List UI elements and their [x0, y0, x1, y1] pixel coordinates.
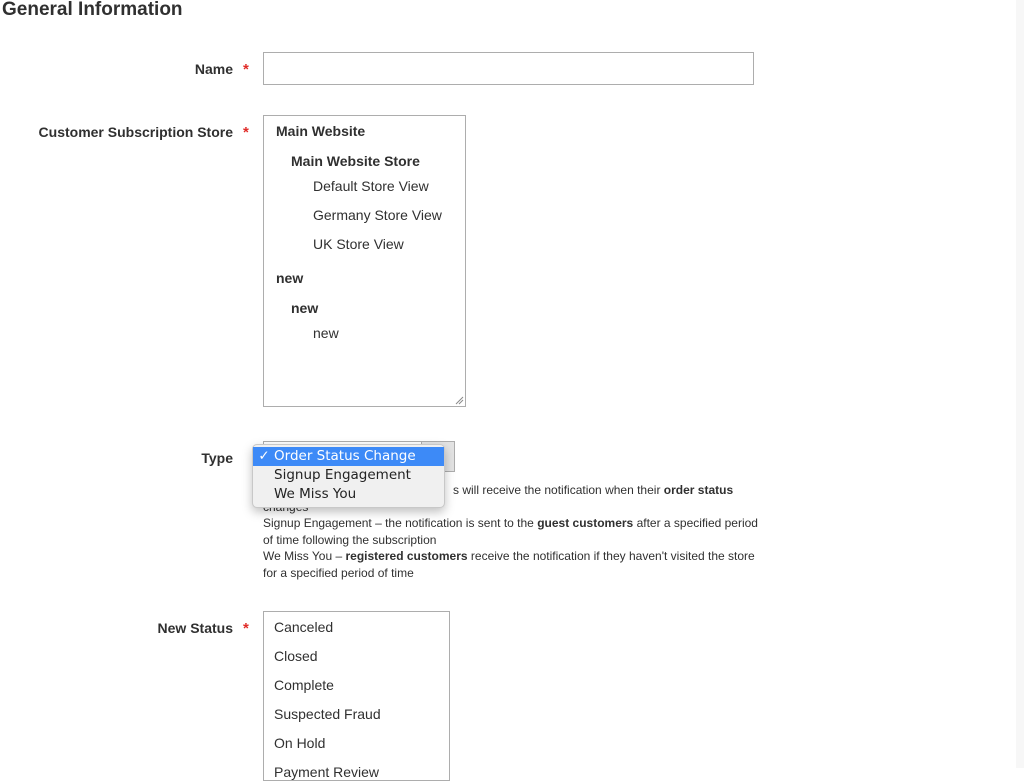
section-title: General Information: [2, 0, 183, 20]
new-status-multiselect[interactable]: Canceled Closed Complete Suspected Fraud…: [263, 611, 450, 781]
name-required-mark: *: [243, 61, 249, 78]
status-option-complete[interactable]: Complete: [274, 677, 334, 693]
status-option-canceled[interactable]: Canceled: [274, 619, 333, 635]
store-option-new-view[interactable]: new: [313, 325, 339, 341]
type-option-order-status-change[interactable]: ✓ Order Status Change: [253, 447, 444, 466]
checkmark-icon: ✓: [258, 448, 270, 464]
status-option-on-hold[interactable]: On Hold: [274, 735, 325, 751]
status-option-payment-review[interactable]: Payment Review: [274, 764, 379, 780]
store-label: Customer Subscription Store: [38, 124, 233, 140]
type-option-signup-engagement[interactable]: Signup Engagement: [253, 466, 444, 485]
resize-grip-icon[interactable]: [455, 396, 464, 405]
store-option-new-website[interactable]: new: [276, 270, 303, 286]
type-label: Type: [201, 450, 233, 466]
store-option-main-website-store[interactable]: Main Website Store: [291, 153, 420, 169]
store-option-main-website[interactable]: Main Website: [276, 123, 365, 139]
store-multiselect[interactable]: Main Website Main Website Store Default …: [263, 115, 466, 407]
new-status-label: New Status: [157, 620, 233, 636]
store-option-new-store[interactable]: new: [291, 300, 318, 316]
store-option-germany-store-view[interactable]: Germany Store View: [313, 207, 442, 223]
name-input[interactable]: [263, 52, 754, 85]
type-note-signup: Signup Engagement – the notification is …: [263, 516, 758, 547]
status-option-closed[interactable]: Closed: [274, 648, 318, 664]
store-option-default-store-view[interactable]: Default Store View: [313, 178, 429, 194]
status-option-suspected-fraud[interactable]: Suspected Fraud: [274, 706, 381, 722]
store-option-uk-store-view[interactable]: UK Store View: [313, 236, 404, 252]
type-option-we-miss-you[interactable]: We Miss You: [253, 485, 444, 504]
store-required-mark: *: [243, 124, 249, 141]
type-dropdown-menu[interactable]: ✓ Order Status Change Signup Engagement …: [252, 444, 445, 508]
new-status-required-mark: *: [243, 620, 249, 637]
page-right-edge: [1016, 0, 1024, 768]
type-note-we-miss-you: We Miss You – registered customers recei…: [263, 549, 755, 580]
name-label: Name: [194, 61, 233, 77]
